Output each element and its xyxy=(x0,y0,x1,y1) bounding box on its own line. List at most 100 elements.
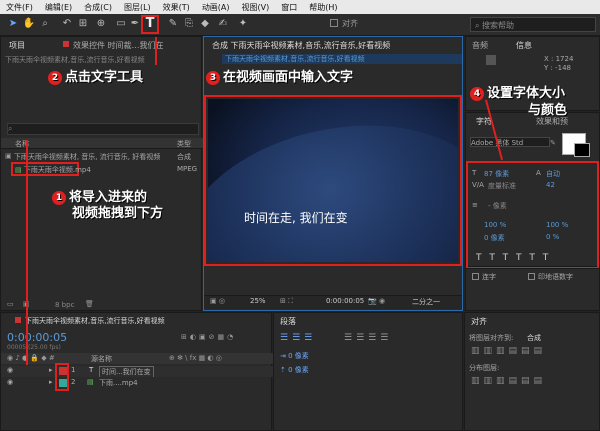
callout-1-line2: 视频拖拽到下方 xyxy=(72,206,164,221)
project-search-input[interactable]: ⌕ xyxy=(7,123,199,135)
camera-tool-icon[interactable]: ⊞ xyxy=(76,17,90,31)
col-source-name[interactable]: 源名称 xyxy=(91,354,112,364)
col-type-header[interactable]: 类型 xyxy=(177,139,191,149)
puppet-tool-icon[interactable]: ✦ xyxy=(236,17,250,31)
project-tab[interactable]: 项目 xyxy=(9,40,25,51)
pan-behind-tool-icon[interactable]: ⊕ xyxy=(94,17,108,31)
timeline-close-icon[interactable] xyxy=(15,317,21,323)
rotate-tool-icon[interactable]: ↶ xyxy=(60,17,74,31)
callout-2-badge: 2 xyxy=(48,70,62,85)
hindi-digits-checkbox[interactable] xyxy=(528,273,535,280)
roto-tool-icon[interactable]: ✍ xyxy=(216,17,230,31)
menu-view[interactable]: 视图(V) xyxy=(236,2,276,13)
align-buttons[interactable]: ▥▥▥▤▤▤ xyxy=(471,346,546,356)
video-file-icon: ▤ xyxy=(15,166,24,174)
toolbar: ➤ ✋ ⌕ ↶ ⊞ ⊕ ▭ ✒ T ✎ ⎘ ◆ ✍ ✦ 对齐 ⌕ 搜索帮助 xyxy=(0,14,600,36)
comp-timecode[interactable]: 0:00:00:05 xyxy=(326,297,364,305)
search-help-input[interactable]: ⌕ 搜索帮助 xyxy=(470,17,596,32)
stroke-width-field[interactable]: - 像素 xyxy=(488,201,507,211)
layer-row-1[interactable]: ◉ ▸ 1 T 时间...我们在变 xyxy=(1,366,273,377)
stroke-color-swatch[interactable] xyxy=(574,143,590,157)
layer-name[interactable]: 时间...我们在变 xyxy=(99,366,154,377)
project-item[interactable]: ▣ 下雨天雨伞视频素材, 音乐, 流行音乐, 好看视频 合成 xyxy=(5,152,201,162)
font-size-field[interactable]: 87 像素 xyxy=(484,169,509,179)
menu-animation[interactable]: 动画(A) xyxy=(196,2,236,13)
horizontal-scale-field[interactable]: 100 % xyxy=(546,221,568,229)
layer-row-2[interactable]: ◉ ▸ 2 ▤ 下雨....mp4 xyxy=(1,378,273,389)
align-target-select[interactable]: 合成 xyxy=(527,333,541,343)
layer-number: 1 xyxy=(71,366,76,374)
pen-tool-icon[interactable]: ✒ xyxy=(128,17,142,31)
eyedropper-icon[interactable]: ✎ xyxy=(550,139,556,147)
resolution-select[interactable]: 二分之一 xyxy=(412,297,440,307)
menu-composition[interactable]: 合成(C) xyxy=(78,2,118,13)
layer-name[interactable]: 下雨....mp4 xyxy=(99,378,138,388)
tracking-field[interactable]: 42 xyxy=(546,181,555,189)
composition-tab[interactable]: 合成 下雨天雨伞视频素材,音乐,流行音乐,好看视频 xyxy=(212,40,460,51)
video-viewer[interactable]: 时间在走, 我们在变 xyxy=(208,99,458,262)
grid-icon[interactable]: ⊞ ⛶ xyxy=(280,297,293,306)
indent-left-field[interactable]: ⇥ 0 像素 xyxy=(280,351,309,361)
timeline-tools-icon[interactable]: ⊞◐▣⊘▦◔ xyxy=(181,333,236,341)
eye-icon[interactable]: ◉ xyxy=(7,378,13,386)
zoom-level[interactable]: 25% xyxy=(250,297,266,305)
menu-help[interactable]: 帮助(H) xyxy=(303,2,343,13)
tsume-field[interactable]: 0 % xyxy=(546,233,559,241)
info-tab[interactable]: 信息 xyxy=(516,40,532,51)
preview-toggle-icon[interactable]: ▣ ◎ xyxy=(210,297,225,305)
timeline-tab[interactable]: 下雨天雨伞视频素材,音乐,流行音乐,好看视频 xyxy=(25,316,225,326)
expand-arrow[interactable]: ▸ xyxy=(49,378,53,386)
eraser-tool-icon[interactable]: ◆ xyxy=(198,17,212,31)
font-size-icon: T xyxy=(472,169,477,177)
text-tool-icon[interactable]: T xyxy=(143,17,157,31)
callout-2-text: 点击文字工具 xyxy=(65,70,144,85)
ligature-checkbox[interactable] xyxy=(472,273,479,280)
audio-tab[interactable]: 音频 xyxy=(472,40,488,51)
align-checkbox[interactable] xyxy=(330,19,338,27)
menu-layer[interactable]: 图层(L) xyxy=(118,2,157,13)
video-overlay-text[interactable]: 时间在走, 我们在变 xyxy=(244,209,348,226)
clone-tool-icon[interactable]: ⎘ xyxy=(182,17,196,31)
font-family-select[interactable]: Adobe 黑体 Std xyxy=(470,137,550,147)
folder-icon[interactable]: ▭ xyxy=(7,300,14,308)
brush-tool-icon[interactable]: ✎ xyxy=(166,17,180,31)
zoom-tool-icon[interactable]: ⌕ xyxy=(38,17,52,31)
shape-tool-icon[interactable]: ▭ xyxy=(114,17,128,31)
selection-tool-icon[interactable]: ➤ xyxy=(6,17,20,31)
menu-window[interactable]: 窗口 xyxy=(275,2,303,13)
baseline-shift-field[interactable]: 0 像素 xyxy=(484,233,505,243)
paragraph-align-buttons[interactable]: ☰☰☰ xyxy=(280,333,316,343)
paragraph-justify-buttons[interactable]: ☰☰☰☰ xyxy=(344,333,392,343)
menu-effect[interactable]: 效果(T) xyxy=(157,2,196,13)
timeline-fps: 00005 (25.00 fps) xyxy=(7,344,61,351)
distribute-buttons[interactable]: ▥▥▥▤▤▤ xyxy=(471,376,546,386)
snapshot-icon[interactable]: 📷 ◉ xyxy=(368,297,385,305)
timeline-timecode[interactable]: 0:00:00:05 xyxy=(7,331,67,344)
hindi-digits-label: 印地语数字 xyxy=(538,273,573,281)
trash-icon[interactable]: 🗑 xyxy=(85,300,94,308)
video-file-icon: ▤ xyxy=(87,378,94,386)
vertical-scale-field[interactable]: 100 % xyxy=(484,221,506,229)
callout-4-badge: 4 xyxy=(470,86,484,101)
project-item-name: 下雨天雨伞视频.mp4 xyxy=(23,166,91,174)
composition-subtab[interactable]: 下雨天雨伞视频素材,音乐,流行音乐,好看视频 xyxy=(222,54,462,64)
align-tab[interactable]: 对齐 xyxy=(471,316,487,327)
text-layer-icon: T xyxy=(89,366,94,374)
leading-icon: A xyxy=(536,169,541,177)
eye-icon[interactable]: ◉ xyxy=(7,366,13,374)
leading-field[interactable]: 自动 xyxy=(546,169,560,179)
character-panel: 字符 效果和预 Adobe 黑体 Std ✎ T 87 像素 A 自动 V/A … xyxy=(465,112,600,269)
project-item[interactable]: ▤ 下雨天雨伞视频.mp4 MPEG xyxy=(15,165,201,175)
bpc-label[interactable]: 8 bpc xyxy=(55,301,74,309)
expand-arrow[interactable]: ▸ xyxy=(49,366,53,374)
space-before-field[interactable]: ⇡ 0 像素 xyxy=(280,365,309,375)
kerning-field[interactable]: 度量标准 xyxy=(488,181,516,191)
paragraph-tab[interactable]: 段落 xyxy=(280,316,296,327)
ligature-label: 连字 xyxy=(482,273,496,281)
menu-edit[interactable]: 编辑(E) xyxy=(39,2,78,13)
hand-tool-icon[interactable]: ✋ xyxy=(22,17,36,31)
menu-file[interactable]: 文件(F) xyxy=(0,2,39,13)
effects-controls-tab[interactable]: 效果控件 时间裁…我们在 xyxy=(73,40,201,51)
project-item-type: MPEG xyxy=(177,165,198,173)
text-style-buttons[interactable]: TTTTTT xyxy=(476,253,556,263)
